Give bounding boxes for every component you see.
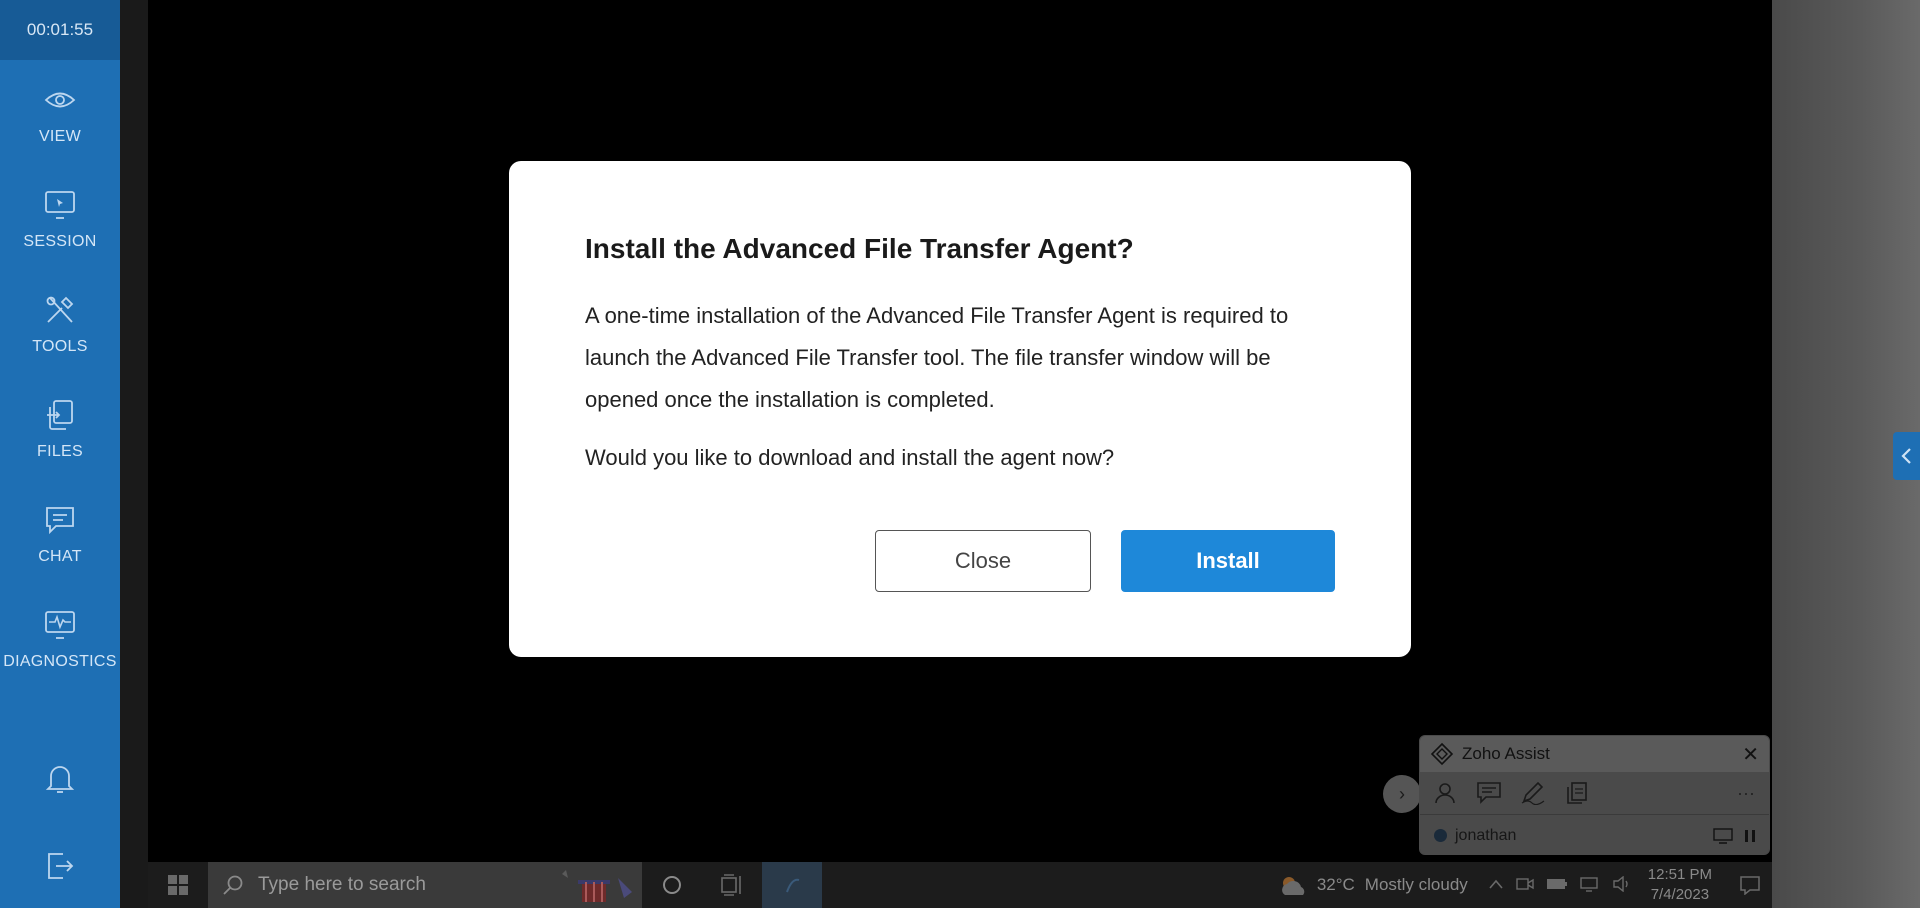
chat-icon[interactable] [1474,778,1504,808]
chevron-left-icon [1900,448,1911,464]
sidebar-item-diagnostics[interactable]: DIAGNOSTICS [0,585,120,690]
widget-user-row: jonathan [1420,814,1769,854]
meet-icon[interactable] [1516,876,1534,895]
circle-icon [663,876,681,894]
notification-icon [1740,876,1760,895]
sidebar: 00:01:55 VIEW SESSION TOOLS FILES CHAT D… [0,0,120,908]
remote-taskbar: Type here to search 32°C Mostly cloudy 1… [148,862,1772,908]
files-icon[interactable] [1562,778,1592,808]
install-button[interactable]: Install [1121,530,1335,592]
search-placeholder: Type here to search [258,874,426,895]
taskbar-clock[interactable]: 12:51 PM 7/4/2023 [1648,865,1712,905]
pen-icon[interactable] [1518,778,1548,808]
widget-expand-button[interactable]: › [1383,775,1421,813]
chat-icon [40,500,80,540]
dialog-body: A one-time installation of the Advanced … [585,303,1289,412]
expand-panel-tab[interactable] [1893,432,1920,480]
sidebar-item-label: SESSION [23,232,97,250]
app-icon [786,878,800,893]
install-agent-dialog: Install the Advanced File Transfer Agent… [509,161,1411,657]
taskbar-search[interactable]: Type here to search [208,862,642,908]
sidebar-item-files[interactable]: FILES [0,375,120,480]
notification-button[interactable] [1728,862,1772,908]
chevron-right-icon: › [1399,783,1405,804]
chevron-up-icon[interactable] [1488,877,1504,893]
weather-desc: Mostly cloudy [1364,875,1468,894]
search-icon [223,875,243,895]
session-timer: 00:01:55 [0,0,120,60]
app-root: 00:01:55 VIEW SESSION TOOLS FILES CHAT D… [0,0,1920,908]
weather-temp: 32°C [1316,875,1355,894]
taskbar-app-active[interactable] [762,862,822,908]
eye-icon [40,80,80,120]
sidebar-item-chat[interactable]: CHAT [0,480,120,585]
volume-icon[interactable] [1612,875,1630,895]
sidebar-item-label: VIEW [38,127,82,145]
task-view-icon [721,874,741,896]
battery-icon[interactable] [1546,877,1568,894]
zoho-assist-widget: Zoho Assist ✕ ··· jonathan [1419,735,1770,855]
widget-close-icon[interactable]: ✕ [1742,742,1759,767]
monitor-icon[interactable] [1713,827,1733,844]
task-view-button[interactable] [702,862,762,908]
clock-time: 12:51 PM [1647,866,1712,883]
tray-icons [1488,875,1630,895]
cloudy-icon [1281,877,1305,895]
pause-icon[interactable] [1743,828,1757,844]
close-button[interactable]: Close [875,530,1091,592]
sidebar-item-label: FILES [37,442,83,460]
system-tray: 32°C Mostly cloudy 12:51 PM 7/4/2023 [1277,862,1772,908]
diagnostics-icon [40,605,80,645]
sidebar-item-view[interactable]: VIEW [0,60,120,165]
windows-start-button[interactable] [148,862,208,908]
bell-icon[interactable] [40,758,80,798]
status-dot [1434,829,1447,842]
monitor-icon [40,185,80,225]
widget-title: Zoho Assist [1462,744,1550,763]
dialog-actions: Close Install [875,530,1335,592]
sidebar-item-tools[interactable]: TOOLS [0,270,120,375]
user-icon[interactable] [1430,778,1460,808]
dialog-title: Install the Advanced File Transfer Agent… [585,233,1134,264]
tools-icon [40,290,80,330]
cortana-button[interactable] [642,862,702,908]
holiday-hat-icon [552,868,636,908]
files-icon [40,395,80,435]
sidebar-item-session[interactable]: SESSION [0,165,120,270]
more-icon[interactable]: ··· [1737,783,1755,804]
sidebar-item-label: TOOLS [32,337,88,355]
weather-widget[interactable]: 32°C Mostly cloudy [1277,873,1468,897]
dialog-question: Would you like to download and install t… [585,445,1115,470]
network-icon[interactable] [1580,876,1600,895]
sidebar-item-label: DIAGNOSTICS [3,652,117,670]
zoho-logo-icon [1430,742,1454,766]
widget-username: jonathan [1455,826,1517,844]
logout-icon[interactable] [40,846,80,886]
widget-toolbar: ··· [1420,772,1769,814]
widget-controls [1713,827,1757,844]
widget-titlebar[interactable]: Zoho Assist ✕ [1420,736,1769,772]
sidebar-item-label: CHAT [38,547,82,565]
clock-date: 7/4/2023 [1650,886,1710,903]
sidebar-divider [120,0,148,908]
windows-logo-icon [168,875,188,895]
